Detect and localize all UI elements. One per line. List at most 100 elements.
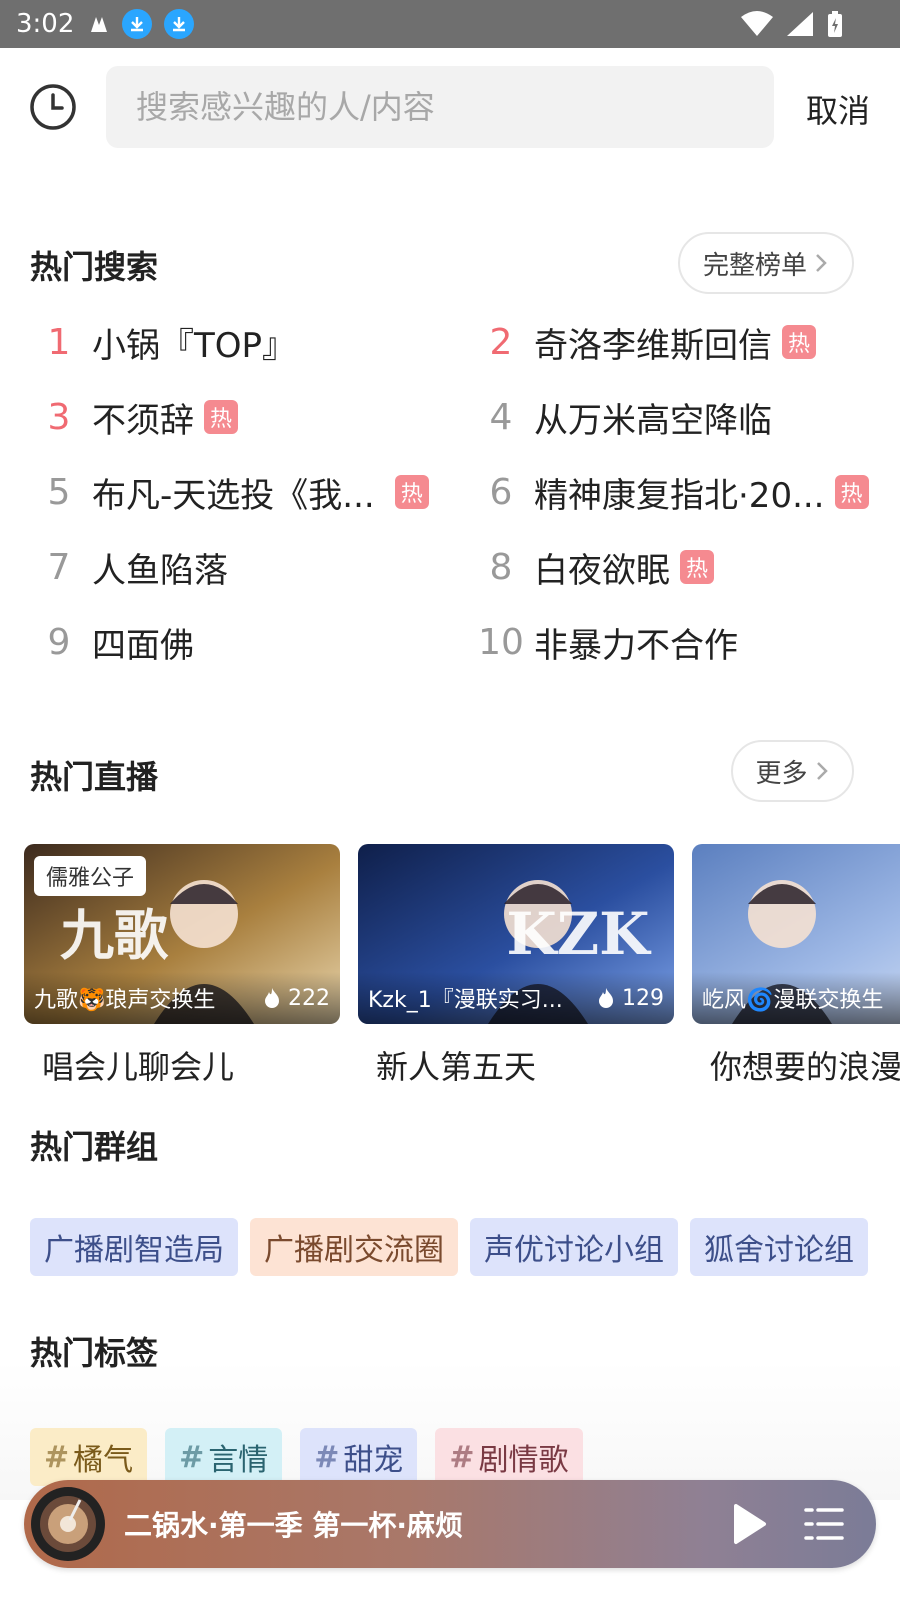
group-chip[interactable]: 声优讨论小组: [470, 1218, 678, 1276]
hot-search-text: 奇洛李维斯回信: [534, 325, 772, 366]
live-title: 你想要的浪漫: [710, 1048, 900, 1084]
group-chip[interactable]: 狐舍讨论组: [690, 1218, 868, 1276]
hot-search-item[interactable]: 3 不须辞热: [30, 387, 430, 447]
live-card[interactable]: KZK Kzk_1『漫联实习... 129 新人第五天: [358, 844, 674, 1084]
play-icon[interactable]: [724, 1500, 772, 1548]
live-viewer-count: 129: [622, 985, 664, 1011]
tag-chip[interactable]: # 橘气: [30, 1428, 148, 1486]
hot-search-rank: 8: [489, 546, 513, 588]
tag-label: 剧情歌: [478, 1443, 569, 1478]
hot-search-item[interactable]: 9 四面佛: [30, 612, 430, 672]
tag-chip[interactable]: # 剧情歌: [435, 1428, 583, 1486]
live-title: 新人第五天: [376, 1048, 537, 1084]
hash-icon: #: [44, 1439, 70, 1475]
tag-chip-list: # 橘气 # 言情 # 甜宠 # 剧情歌: [30, 1428, 583, 1486]
hot-badge: 热: [204, 400, 238, 434]
download-icon: [164, 9, 195, 39]
hot-tags-title: 热门标签: [30, 1334, 159, 1372]
more-live-button[interactable]: 更多: [731, 740, 854, 802]
hot-search-item[interactable]: 5 布凡-天选投《我... 热: [30, 462, 430, 522]
flame-icon: [265, 988, 279, 1008]
hash-icon: #: [449, 1439, 475, 1475]
hot-search-item[interactable]: 4 从万米高空降临: [472, 387, 882, 447]
hot-search-text: 白夜欲眠: [534, 550, 670, 591]
more-label: 更多: [755, 758, 808, 789]
tag-label: 言情: [208, 1443, 269, 1478]
status-time: 3:02: [16, 9, 75, 39]
hot-live-title: 热门直播: [30, 758, 159, 796]
wifi-icon: [741, 11, 773, 36]
hot-groups-title: 热门群组: [30, 1128, 159, 1166]
hot-search-item[interactable]: 10 非暴力不合作: [472, 612, 882, 672]
hot-search-text: 小锅『TOP』: [92, 325, 297, 366]
hot-search-item[interactable]: 7 人鱼陷落: [30, 537, 430, 597]
cover-art-text: 九歌: [60, 903, 169, 967]
mini-player[interactable]: 二锅水·第一季 第一杯·麻烦: [24, 1480, 876, 1568]
full-list-button[interactable]: 完整榜单: [678, 232, 854, 294]
hot-badge: 热: [834, 475, 869, 509]
hot-badge: 热: [680, 550, 714, 584]
hot-search-text: 人鱼陷落: [92, 550, 228, 591]
hot-search-text: 不须辞: [92, 400, 194, 441]
live-tag: 儒雅公子: [34, 856, 147, 896]
live-title: 唱会儿聊会儿: [42, 1048, 235, 1084]
live-caption: 九歌🐯琅声交换生 222: [24, 972, 340, 1024]
live-viewer-count: 222: [288, 985, 330, 1011]
hot-search-rank: 1: [47, 321, 71, 363]
hash-icon: #: [314, 1439, 340, 1475]
live-thumbnail: 九歌 儒雅公子九歌🐯琅声交换生 222: [24, 844, 340, 1024]
hot-search-item[interactable]: 8 白夜欲眠热: [472, 537, 882, 597]
hot-search-rank: 2: [489, 321, 513, 363]
chevron-right-icon: [816, 254, 827, 272]
live-card[interactable]: 九歌 儒雅公子九歌🐯琅声交换生 222 唱会儿聊会儿: [24, 844, 340, 1084]
live-caption: 屹风🌀漫联交换生: [692, 972, 900, 1024]
group-chip[interactable]: 广播剧智造局: [30, 1218, 238, 1276]
battery-icon: [828, 11, 842, 37]
playlist-icon[interactable]: [804, 1506, 844, 1542]
hot-search-item[interactable]: 2 奇洛李维斯回信热: [472, 312, 882, 372]
hot-badge: 热: [782, 325, 816, 359]
hot-search-item[interactable]: 1 小锅『TOP』: [30, 312, 430, 372]
hot-search-text: 精神康复指北·20...: [534, 475, 825, 516]
tag-label: 甜宠: [343, 1443, 404, 1478]
hash-icon: #: [179, 1439, 205, 1475]
hot-search-text: 非暴力不合作: [534, 625, 738, 666]
search-bar: 取消: [0, 48, 900, 168]
search-input[interactable]: [106, 66, 774, 148]
cover-art-text: KZK: [506, 900, 652, 968]
live-card[interactable]: 屹屹风🌀漫联交换生你想要的浪漫: [692, 844, 900, 1084]
album-disc-icon: [31, 1487, 105, 1561]
cancel-button[interactable]: 取消: [806, 86, 870, 132]
hot-search-rank: 4: [489, 396, 513, 438]
live-viewers: 222: [262, 986, 330, 1011]
live-viewers: 129: [596, 986, 664, 1011]
hot-search-item[interactable]: 6 精神康复指北·20... 热: [472, 462, 882, 522]
hot-search-text: 从万米高空降临: [534, 400, 772, 441]
hot-search-rank: 10: [478, 621, 524, 663]
tag-label: 橘气: [73, 1443, 134, 1478]
status-indicators: [740, 10, 844, 38]
group-chip[interactable]: 广播剧交流圈: [250, 1218, 458, 1276]
live-thumbnail: 屹屹风🌀漫联交换生: [692, 844, 900, 1024]
tag-chip[interactable]: # 甜宠: [300, 1428, 418, 1486]
player-track-title: 二锅水·第一季 第一杯·麻烦: [124, 1509, 464, 1542]
group-chip-list: 广播剧智造局 广播剧交流圈 声优讨论小组 狐舍讨论组: [30, 1218, 868, 1276]
tag-chip[interactable]: # 言情: [165, 1428, 283, 1486]
signal-icon: [787, 12, 813, 36]
live-card-list: 九歌 儒雅公子九歌🐯琅声交换生 222 唱会儿聊会儿 KZK Kzk_1『漫联实习... 1…: [24, 844, 900, 1084]
hot-search-rank: 6: [489, 471, 513, 513]
full-list-label: 完整榜单: [702, 250, 807, 281]
app-notification-icon: [88, 13, 110, 35]
hot-search-title: 热门搜索: [30, 248, 159, 286]
history-icon[interactable]: [28, 82, 78, 132]
hot-search-rank: 9: [47, 621, 71, 663]
flame-icon: [599, 988, 613, 1008]
hot-badge: 热: [394, 475, 429, 509]
hot-search-text: 四面佛: [92, 625, 194, 666]
hot-search-rank: 7: [47, 546, 71, 588]
status-bar: 3:02: [0, 0, 900, 48]
live-anchor-name: Kzk_1『漫联实习...: [368, 988, 563, 1013]
live-thumbnail: KZK Kzk_1『漫联实习... 129: [358, 844, 674, 1024]
hot-search-rank: 5: [47, 471, 71, 513]
live-anchor-name: 九歌🐯琅声交换生: [34, 988, 216, 1013]
